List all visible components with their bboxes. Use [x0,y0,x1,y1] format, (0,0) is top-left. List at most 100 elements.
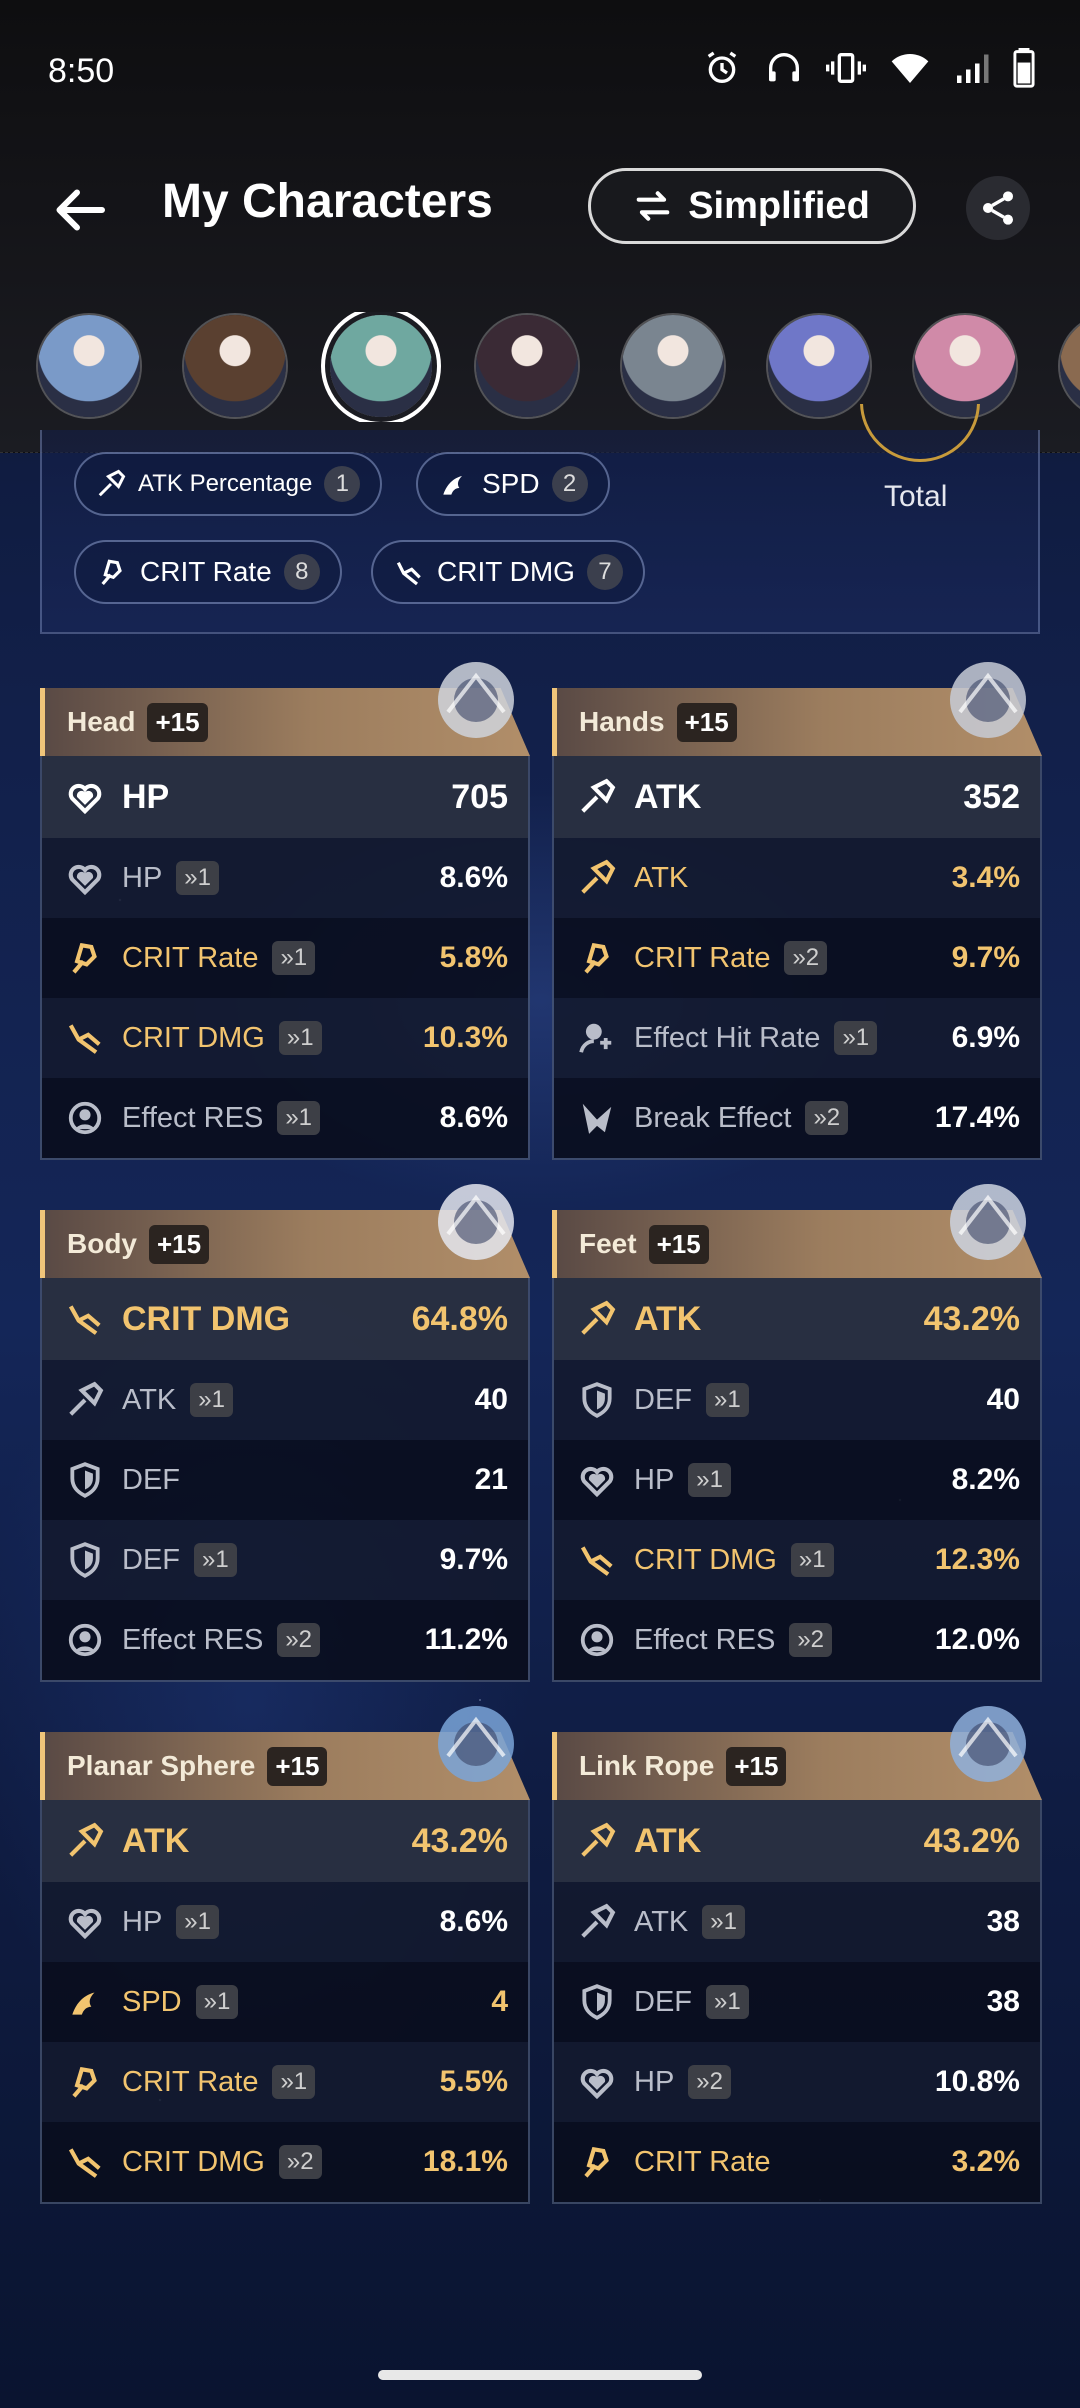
def-icon [582,1382,612,1418]
stat-name: HP [122,1905,163,1938]
stat-value: 10.3% [422,1021,508,1054]
substat-row: Effect Hit Rate »1 6.9% [554,998,1040,1078]
character-avatar[interactable] [1060,315,1080,417]
stat-name: HP [634,1463,675,1496]
relic-piece-icon [438,662,514,738]
stat-value: 6.9% [951,1021,1020,1054]
stat-value: 18.1% [422,2145,508,2178]
substat-row: HP »1 8.2% [554,1440,1040,1520]
substat-row: Effect RES »2 11.2% [42,1600,528,1680]
atk-icon [69,1381,104,1416]
stat-name: ATK [634,1905,689,1938]
summary-chip-atk-percentage: ATK Percentage 1 [74,452,383,516]
atk-icon [98,469,126,497]
character-avatar[interactable] [184,315,286,417]
stat-value: 21 [474,1463,508,1496]
hp-icon [68,1908,102,1940]
character-avatar[interactable] [476,315,578,417]
total-label: Total [884,480,948,513]
relic-stat-list: ATK 43.2% DEF »1 40 HP »1 8.2% CRIT DMG »1 12.3% Ef… [552,1278,1042,1682]
stat-value: 38 [986,1905,1020,1938]
main-stat-row: ATK 43.2% [554,1278,1040,1360]
relic-card-body[interactable]: Body +15 CRIT DMG 64.8% ATK »1 40 DEF 21 DEF »1 9.7… [40,1184,530,1682]
relic-level-badge: +15 [149,1224,210,1264]
relic-card-head[interactable]: Head +15 HP 705 HP »1 8.6% CRIT Rate »1 5.8% CRIT … [40,662,530,1160]
relic-card-planar-sphere[interactable]: Planar Sphere +15 ATK 43.2% HP »1 8.6% SPD »1 4 CR… [40,1706,530,2204]
roll-count-badge: »1 [272,941,316,975]
roll-count-badge: »1 [190,1383,233,1417]
substat-row: Effect RES »1 8.6% [42,1078,528,1158]
signal-icon [957,54,989,83]
stat-name: HP [634,2065,675,2098]
crit-rate-icon [584,2147,609,2178]
stat-value: 3.4% [951,861,1020,894]
roll-count-badge: »1 [277,1101,321,1135]
character-avatar[interactable] [622,315,724,417]
character-avatar[interactable] [768,315,870,417]
stat-name: CRIT Rate [634,2145,771,2178]
roll-count-badge: »1 [706,1383,749,1417]
relic-card-feet[interactable]: Feet +15 ATK 43.2% DEF »1 40 HP »1 8.2% CRIT DMG »1… [552,1184,1042,1682]
substat-row: ATK »1 38 [554,1882,1040,1962]
atk-icon [581,1903,616,1938]
crit-rate-icon [584,943,609,974]
stat-name: ATK [122,1383,177,1416]
substat-row: ATK »1 40 [42,1360,528,1440]
home-indicator[interactable] [378,2370,702,2380]
stat-name: Effect Hit Rate [634,1021,821,1054]
stat-value: 8.6% [439,1905,508,1938]
total-gauge [860,404,980,464]
character-avatar[interactable] [38,315,140,417]
relic-piece-icon [950,1706,1026,1782]
stat-name: DEF [634,1985,692,2018]
stat-name: CRIT DMG [634,1543,777,1576]
stat-name: HP [122,861,163,894]
relic-slot-name: Link Rope [579,1750,715,1781]
stat-name: ATK [634,777,702,816]
substat-row: CRIT Rate »1 5.5% [42,2042,528,2122]
substat-row: CRIT DMG »2 18.1% [42,2122,528,2202]
main-stat-row: CRIT DMG 64.8% [42,1278,528,1360]
stat-name: HP [122,777,170,816]
stat-name: ATK [634,1299,702,1338]
stat-value: 11.2% [424,1623,508,1656]
crit-rate-icon [72,2067,97,2098]
swap-icon [636,191,670,221]
crit-dmg-icon [580,1546,613,1576]
character-avatar[interactable] [914,315,1016,417]
effect-res-icon [68,1623,102,1657]
roll-count-badge: »2 [789,1623,833,1657]
relic-stat-list: ATK 43.2% HP »1 8.6% SPD »1 4 CRIT Rate »1 5.5% CRI… [40,1800,530,2204]
stat-name: ATK [122,1821,190,1860]
substat-row: DEF 21 [42,1440,528,1520]
stat-name: DEF [634,1383,692,1416]
share-icon [983,191,1013,225]
main-stat-row: ATK 352 [554,756,1040,838]
relic-card-link-rope[interactable]: Link Rope +15 ATK 43.2% ATK »1 38 DEF »1 38 HP »2 10… [552,1706,1042,2204]
relic-slot-name: Head [67,706,136,737]
stat-value: 5.8% [439,941,508,974]
roll-count-badge: »2 [805,1101,849,1135]
simplified-toggle-button[interactable]: Simplified [588,168,916,244]
substat-row: DEF »1 40 [554,1360,1040,1440]
main-stat-row: ATK 43.2% [554,1800,1040,1882]
relic-card-hands[interactable]: Hands +15 ATK 352 ATK 3.4% CRIT Rate »2 9.7% Effe… [552,662,1042,1160]
spd-icon [72,1992,95,2015]
relic-piece-icon [950,662,1026,738]
stat-value: 9.7% [439,1543,508,1576]
crit-dmg-icon [68,2148,101,2178]
status-time: 8:50 [48,52,115,90]
stat-name: CRIT Rate [122,2065,259,2098]
stat-value: 4 [491,1985,508,2018]
back-arrow-icon[interactable] [52,180,112,240]
character-avatar[interactable] [330,315,432,417]
stat-value: 17.4% [934,1101,1020,1134]
share-button[interactable] [966,176,1030,240]
stat-name: Effect RES [634,1623,776,1656]
status-icons [702,48,1036,88]
stat-name: Effect RES [122,1101,264,1134]
substat-row: HP »1 8.6% [42,838,528,918]
relic-slot-name: Feet [579,1228,637,1259]
headset-icon [769,53,799,82]
stat-value: 40 [986,1383,1020,1416]
